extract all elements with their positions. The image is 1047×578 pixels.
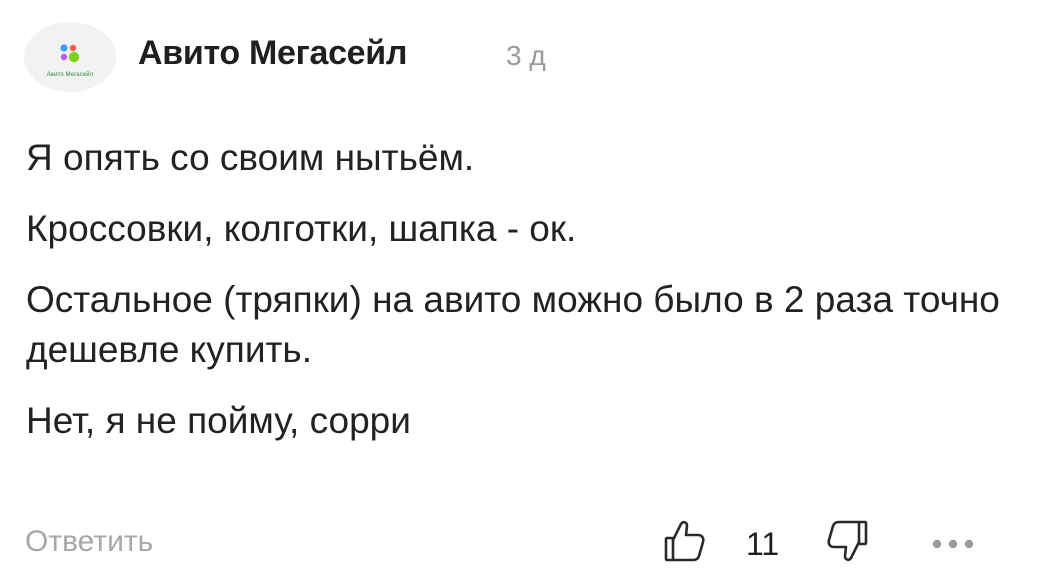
- avatar-caption: Авито Мегасейл: [46, 72, 94, 78]
- comment-paragraph: Кроссовки, колготки, шапка - ок.: [26, 208, 577, 249]
- reply-button[interactable]: Ответить: [25, 525, 153, 559]
- thumbs-down-icon[interactable]: [822, 516, 872, 566]
- timestamp: 3 д: [506, 40, 546, 71]
- comment-paragraph: Нет, я не пойму, сорри: [26, 400, 411, 441]
- comment-body: Я опять со своим нытьём. Кроссовки, колг…: [26, 133, 1016, 467]
- avito-logo-icon: [60, 44, 80, 63]
- more-dots-icon[interactable]: [928, 534, 978, 554]
- comment-paragraph: Остальное (тряпки) на авито можно было в…: [26, 279, 1000, 370]
- avatar[interactable]: Авито Мегасейл: [24, 22, 116, 92]
- comment-paragraph: Я опять со своим нытьём.: [26, 137, 475, 178]
- comment: Авито Мегасейл Авито Мегасейл 3 д Я опят…: [0, 0, 1047, 578]
- thumbs-up-icon[interactable]: [660, 516, 710, 566]
- like-count: 11: [746, 526, 780, 562]
- author-name[interactable]: Авито Мегасейл: [138, 34, 408, 73]
